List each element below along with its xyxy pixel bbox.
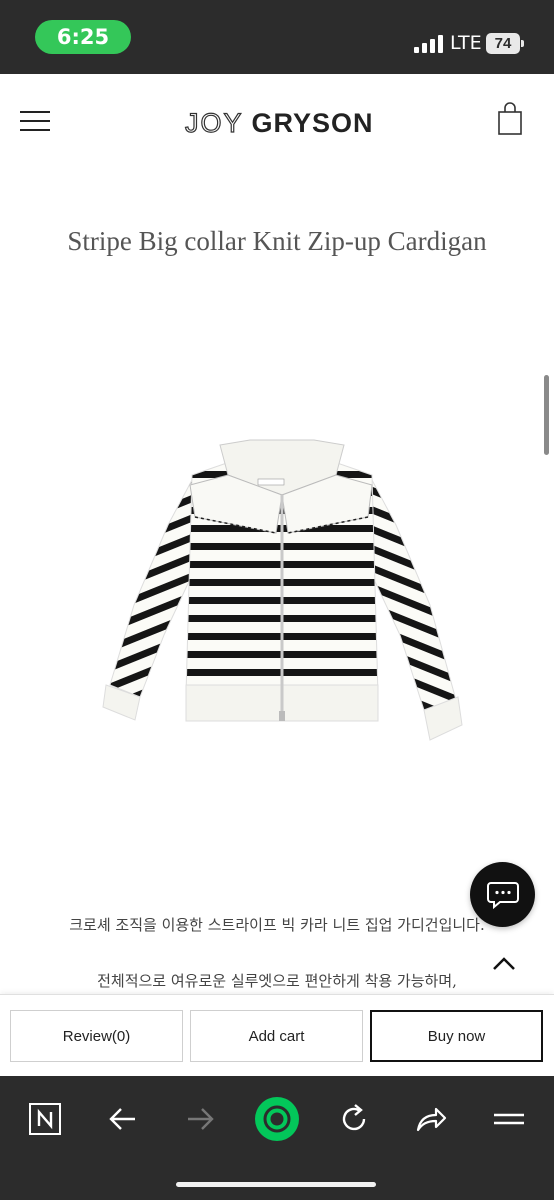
logo-joy: JOY: [184, 107, 244, 138]
add-cart-button[interactable]: Add cart: [190, 1010, 363, 1062]
product-description-line: 전체적으로 여유로운 실루엣으로 편안하게 착용 가능하며,: [97, 972, 457, 990]
chevron-up-icon[interactable]: [488, 950, 520, 978]
site-logo[interactable]: JOY GRYSON: [184, 107, 374, 139]
signal-icon: [414, 35, 444, 53]
green-dot-home-icon[interactable]: [254, 1096, 300, 1142]
naver-n-icon[interactable]: [22, 1096, 68, 1142]
share-icon[interactable]: [408, 1096, 454, 1142]
bottom-action-bar: Review(0) Add cart Buy now: [0, 994, 554, 1076]
site-header: JOY GRYSON: [0, 74, 554, 170]
status-bar: 6:25 LTE 74: [0, 0, 554, 74]
shopping-bag-icon[interactable]: [496, 102, 524, 136]
hamburger-icon[interactable]: [20, 111, 52, 133]
chat-bubble-icon[interactable]: [470, 862, 535, 927]
battery-icon: 74: [486, 33, 524, 54]
buy-now-button[interactable]: Buy now: [370, 1010, 543, 1062]
logo-gryson: GRYSON: [251, 108, 374, 138]
back-arrow-icon[interactable]: [100, 1096, 146, 1142]
status-time: 6:25: [35, 20, 131, 54]
product-description-line: 크로셰 조직을 이용한 스트라이프 빅 카라 니트 집업 가디건입니다.: [69, 916, 485, 934]
battery-level: 74: [486, 33, 520, 54]
product-title: Stripe Big collar Knit Zip-up Cardigan: [67, 226, 487, 256]
home-indicator[interactable]: [176, 1182, 376, 1187]
review-button[interactable]: Review(0): [10, 1010, 183, 1062]
forward-arrow-icon[interactable]: [177, 1096, 223, 1142]
menu-icon[interactable]: [486, 1096, 532, 1142]
product-image: [100, 435, 464, 755]
scrollbar[interactable]: [544, 375, 549, 455]
refresh-icon[interactable]: [331, 1096, 377, 1142]
network-type: LTE: [450, 32, 482, 54]
